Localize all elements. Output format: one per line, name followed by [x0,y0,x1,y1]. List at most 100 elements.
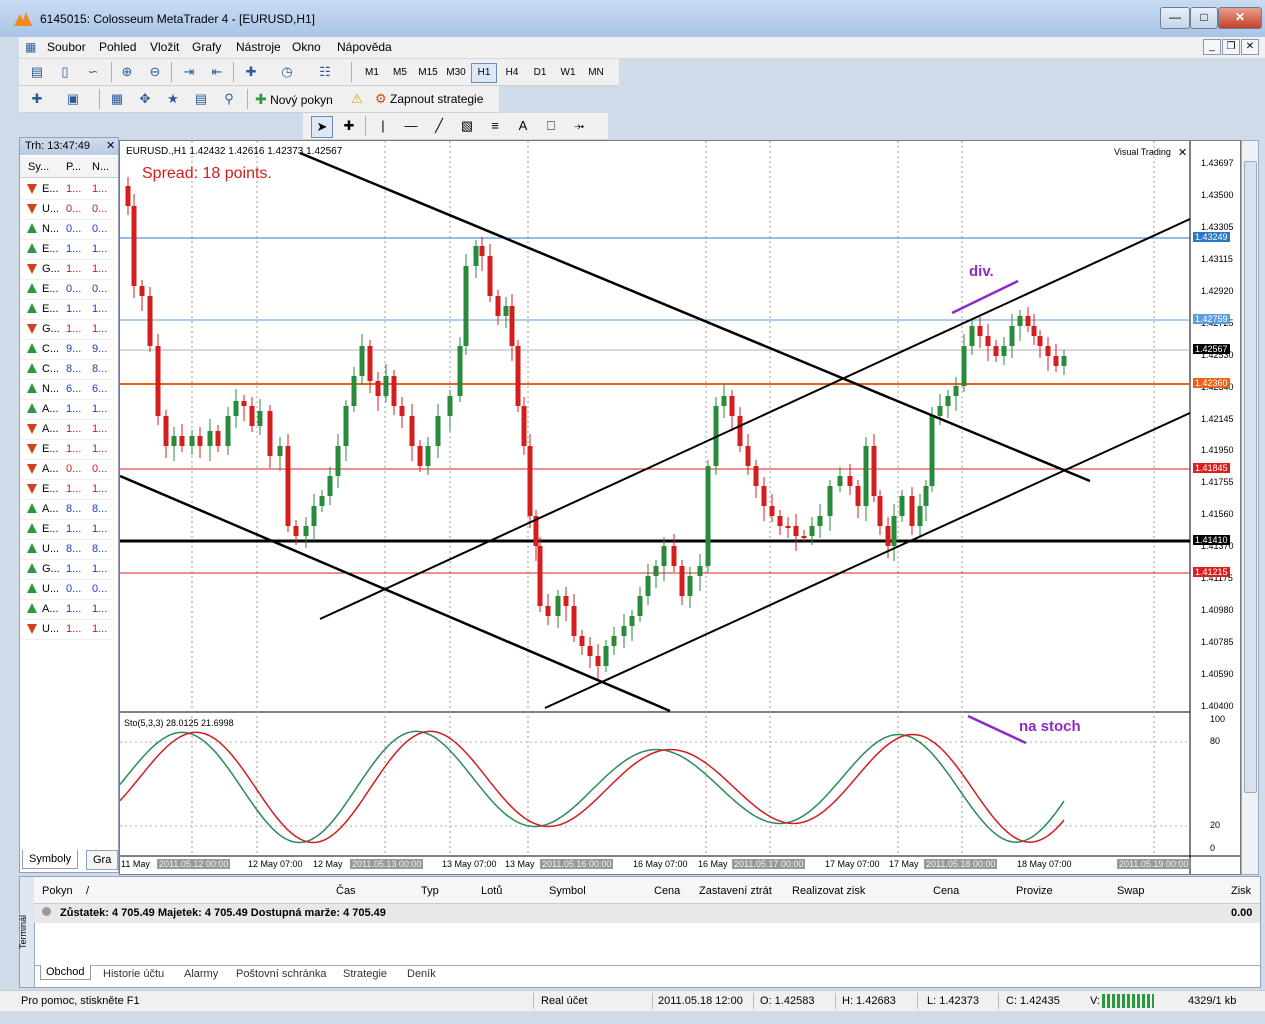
menu-grafy[interactable]: Grafy [192,40,221,54]
tab-grafy[interactable]: Gra [86,850,119,870]
candlestick-icon[interactable]: ▯ [55,62,75,82]
list-item[interactable]: N... 6... 6... [20,379,114,400]
col-sort[interactable]: / [86,885,89,897]
col-take-profit[interactable]: Realizovat zisk [792,885,865,897]
horizontal-line-icon[interactable]: — [401,116,421,136]
zoom-out-icon[interactable]: ⊖ [145,62,165,82]
col-provize[interactable]: Provize [1016,885,1053,897]
list-item[interactable]: G... 1... 1... [20,559,114,580]
list-item[interactable]: E... 0... 0... [20,279,114,300]
periods-icon[interactable]: ◷ [277,62,297,82]
list-item[interactable]: N... 0... 0... [20,219,114,240]
tab-obchod[interactable]: Obchod [40,965,91,980]
indicators-icon[interactable]: ✚ [241,62,261,82]
templates-icon[interactable]: ☷ [315,62,335,82]
warning-icon[interactable]: ⚠ [347,89,367,109]
zoom-in-icon[interactable]: ⊕ [117,62,137,82]
col-zisk[interactable]: Zisk [1231,885,1251,897]
new-order-button[interactable]: ✚ Nový pokyn [255,90,333,108]
mdi-minimize-button[interactable]: _ [1203,39,1221,55]
list-item[interactable]: U... 0... 0... [20,199,114,220]
timeframe-m1-button[interactable]: M1 [359,63,385,83]
visual-trading-close-icon[interactable]: ✕ [1178,146,1187,159]
timeframe-mn-button[interactable]: MN [583,63,609,83]
col-ask[interactable]: N... [92,161,109,173]
list-item[interactable]: C... 9... 9... [20,339,114,360]
market-watch-close-icon[interactable]: ✕ [106,139,115,152]
terminal-icon[interactable]: ▤ [191,89,211,109]
text-label-icon[interactable]: ⎕ [541,116,561,136]
list-item[interactable]: E... 1... 1... [20,299,114,320]
timeframe-h1-button[interactable]: H1 [471,63,497,83]
menu-pohled[interactable]: Pohled [99,40,136,54]
cursor-icon[interactable]: ➤ [311,116,333,138]
timeframe-w1-button[interactable]: W1 [555,63,581,83]
col-pokyn[interactable]: Pokyn [42,885,73,897]
col-cena-2[interactable]: Cena [933,885,959,897]
line-chart-icon[interactable]: ∽ [83,62,103,82]
col-typ[interactable]: Typ [421,885,439,897]
list-item[interactable]: E... 1... 1... [20,519,114,540]
navigator-icon[interactable]: ★ [163,89,183,109]
new-chart-icon[interactable]: ✚ [27,89,47,109]
enable-strategy-button[interactable]: ⚙ Zapnout strategie [375,90,483,108]
col-symbol[interactable]: Sy... [28,161,49,173]
list-item[interactable]: E... 1... 1... [20,179,114,200]
tab-historie-uctu[interactable]: Historie účtu [98,967,169,981]
list-item[interactable]: U... 0... 0... [20,579,114,600]
window-title-bar[interactable]: 6145015: Colosseum MetaTrader 4 - [EURUS… [0,0,1265,37]
mdi-close-button[interactable]: ✕ [1241,39,1259,55]
list-item[interactable]: E... 1... 1... [20,479,114,500]
crosshair-icon[interactable]: ✚ [339,116,359,136]
timeframe-m5-button[interactable]: M5 [387,63,413,83]
eurusd-h1-chart[interactable] [119,141,1240,874]
auto-scroll-icon[interactable]: ⇥ [179,62,199,82]
menu-okno[interactable]: Okno [292,40,321,54]
arrows-icon[interactable]: ⤞ [569,116,589,136]
channel-icon[interactable]: ▧ [457,116,477,136]
trendline-icon[interactable]: ╱ [429,116,449,136]
tab-symboly[interactable]: Symboly [22,850,79,869]
col-stop-loss[interactable]: Zastavení ztrát [699,885,772,897]
bar-chart-icon[interactable]: ▤ [27,62,47,82]
list-item[interactable]: A... 8... 8... [20,499,114,520]
text-icon[interactable]: A [513,116,533,136]
profiles-icon[interactable]: ▣ [63,89,83,109]
col-bid[interactable]: P... [66,161,81,173]
list-item[interactable]: G... 1... 1... [20,319,114,340]
strategy-tester-icon[interactable]: ⚲ [219,89,239,109]
menu-vlozit[interactable]: Vložit [150,40,179,54]
maximize-button[interactable]: □ [1190,7,1218,29]
list-item[interactable]: E... 1... 1... [20,239,114,260]
tab-alarmy[interactable]: Alarmy [179,967,223,981]
list-item[interactable]: C... 8... 8... [20,359,114,380]
list-item[interactable]: U... 1... 1... [20,619,114,640]
timeframe-m15-button[interactable]: M15 [415,63,441,83]
list-item[interactable]: A... 1... 1... [20,599,114,620]
chart-window-icon[interactable]: ▦ [25,40,36,54]
list-item[interactable]: A... 0... 0... [20,459,114,480]
scrollbar-thumb[interactable] [1244,161,1257,793]
balance-row[interactable]: Zůstatek: 4 705.49 Majetek: 4 705.49 Dos… [34,904,1260,923]
list-item[interactable]: E... 1... 1... [20,439,114,460]
fibonacci-icon[interactable]: ≡ [485,116,505,136]
chart-vertical-scrollbar[interactable] [1241,140,1259,875]
menu-soubor[interactable]: Soubor [47,40,86,54]
market-watch-icon[interactable]: ▦ [107,89,127,109]
col-lotu[interactable]: Lotů [481,885,502,897]
tab-postovni-schranka[interactable]: Poštovní schránka [231,967,332,981]
chart-window[interactable]: EURUSD.,H1 1.42432 1.42616 1.42373 1.425… [119,140,1241,875]
timeframe-d1-button[interactable]: D1 [527,63,553,83]
data-window-icon[interactable]: ✥ [135,89,155,109]
timeframe-h4-button[interactable]: H4 [499,63,525,83]
col-cas[interactable]: Čas [336,885,356,897]
mdi-restore-button[interactable]: ❐ [1222,39,1240,55]
list-item[interactable]: A... 1... 1... [20,399,114,420]
col-symbol[interactable]: Symbol [549,885,586,897]
tab-strategie[interactable]: Strategie [338,967,392,981]
menu-napoveda[interactable]: Nápověda [337,40,392,54]
list-item[interactable]: A... 1... 1... [20,419,114,440]
timeframe-m30-button[interactable]: M30 [443,63,469,83]
list-item[interactable]: G... 1... 1... [20,259,114,280]
close-button[interactable]: ✕ [1218,7,1262,29]
